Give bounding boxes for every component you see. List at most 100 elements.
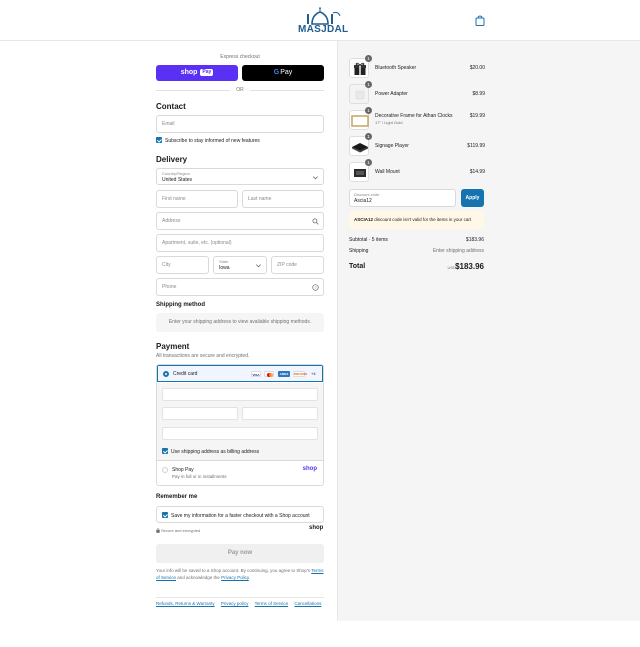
subscribe-label: Subscribe to stay informed of new featur… (165, 138, 260, 144)
legal-body: Your info will be saved to a Shop accoun… (156, 568, 311, 573)
mastercard-icon (264, 371, 274, 377)
shop-pay-badge: Pay (200, 69, 214, 76)
contact-heading: Contact (156, 102, 186, 111)
card-name-field[interactable] (162, 427, 318, 440)
item-price: $14.99 (469, 169, 485, 175)
shipping-label: Shipping (349, 248, 369, 254)
country-value: United States (162, 177, 193, 183)
lock-icon (156, 528, 160, 533)
last-name-placeholder: Last name (248, 196, 272, 202)
express-checkout-label: Express checkout (220, 54, 260, 60)
power-adapter-icon (355, 90, 365, 100)
privacy-policy-link[interactable]: Privacy Policy (221, 575, 249, 580)
payment-subtitle: All transactions are secure and encrypte… (156, 353, 250, 359)
shipping-value: Enter shipping address (432, 248, 484, 254)
subtotal-value: $183.96 (465, 237, 484, 243)
billing-address-checkbox[interactable] (162, 448, 168, 454)
remember-me-heading: Remember me (156, 494, 198, 500)
apartment-field[interactable]: Apartment, suite, etc. (optional) (156, 234, 324, 252)
or-text: OR (236, 87, 244, 93)
more-brands-badge: +4 (311, 371, 316, 376)
discover-icon: DISCOVER (293, 371, 308, 377)
last-name-field[interactable]: Last name (242, 190, 324, 208)
apartment-placeholder: Apartment, suite, etc. (optional) (162, 240, 232, 246)
wall-mount-icon (354, 169, 366, 177)
cart-item: 1 Signage Player $119.99 (349, 133, 485, 156)
credit-card-option[interactable]: Credit card VISA AMEX DISCOVER +4 (157, 365, 323, 382)
address-field[interactable]: Address (156, 212, 324, 230)
apply-discount-button[interactable]: Apply (461, 189, 484, 207)
country-label: Country/Region (162, 171, 190, 176)
secure-encrypted-label: Secure and encrypted (161, 528, 201, 533)
checkout-form: Express checkout shop Pay GPay OR Contac… (0, 41, 337, 621)
logo-text: MASJDAL (298, 24, 349, 35)
cart-item: 1 Wall Mount $14.99 (349, 159, 485, 182)
legal-end: . (248, 575, 251, 580)
item-price: $8.99 (472, 91, 485, 97)
item-name: Wall Mount (375, 169, 400, 175)
google-pay-button[interactable]: GPay (242, 65, 324, 81)
remember-me-box: Save my information for a faster checkou… (156, 506, 324, 523)
chevron-down-icon (256, 264, 261, 268)
pay-now-button[interactable]: Pay now (156, 544, 324, 563)
discount-code-field[interactable]: Discount code Ascia12 (349, 189, 456, 207)
state-label: State (219, 259, 229, 264)
footer-link-terms[interactable]: Terms of Service (255, 601, 289, 606)
footer-link-refunds[interactable]: Refunds, Returns & Warranty (156, 601, 215, 606)
or-divider: OR (156, 87, 324, 93)
discount-code-label: Discount code (354, 192, 380, 197)
shopping-bag-icon[interactable] (475, 15, 485, 26)
picture-frame-icon (351, 115, 369, 127)
state-select[interactable]: State Iowa (213, 256, 267, 274)
item-price: $19.99 (469, 113, 485, 119)
credit-card-radio[interactable] (163, 371, 169, 377)
shop-pay-text: shop (180, 69, 198, 76)
quantity-badge: 1 (365, 159, 372, 166)
city-placeholder: City (162, 262, 171, 268)
address-placeholder: Address (162, 218, 181, 224)
search-icon (312, 218, 319, 225)
store-logo[interactable]: MASJDAL (298, 7, 349, 35)
header: MASJDAL (0, 0, 640, 41)
card-cvv-field[interactable] (242, 407, 318, 420)
cart-item: 1 Bluetooth Speaker $20.00 (349, 55, 485, 78)
discount-error-text: discount code isn't valid for the items … (373, 217, 472, 222)
item-name: Signage Player (375, 143, 409, 149)
page-bottom (0, 621, 640, 647)
shop-pay-button[interactable]: shop Pay (156, 65, 238, 81)
svg-text:?: ? (314, 285, 317, 290)
save-info-checkbox[interactable] (162, 512, 168, 518)
cart-item: 1 Decorative Frame for Athan Clocks 17" … (349, 107, 485, 130)
first-name-field[interactable]: First name (156, 190, 238, 208)
email-placeholder: Email (162, 121, 175, 127)
discount-code-value: Ascia12 (354, 198, 372, 204)
legal-text: Your info will be saved to a Shop accoun… (156, 567, 324, 581)
shop-pay-radio[interactable] (162, 467, 168, 473)
delivery-heading: Delivery (156, 155, 188, 164)
help-circle-icon[interactable]: ? (312, 284, 319, 291)
footer-link-privacy[interactable]: Privacy policy (221, 601, 249, 606)
google-g-icon: G (273, 69, 280, 76)
country-select[interactable]: Country/Region United States (156, 168, 324, 185)
item-price: $20.00 (469, 65, 485, 71)
subscribe-checkbox[interactable] (156, 137, 162, 143)
payment-methods: Credit card VISA AMEX DISCOVER +4 Use sh… (156, 364, 324, 486)
google-pay-text: Pay (280, 69, 293, 76)
shop-pay-option[interactable]: Shop Pay Pay in full or in installments … (157, 460, 323, 485)
gift-box-icon (354, 62, 366, 75)
phone-field[interactable]: Phone ? (156, 278, 324, 296)
shop-logo: shop (309, 525, 324, 531)
first-name-placeholder: First name (162, 196, 186, 202)
zip-field[interactable]: ZIP code (271, 256, 324, 274)
footer-link-cancellations[interactable]: Cancellations (294, 601, 321, 606)
quantity-badge: 1 (365, 81, 372, 88)
total-row: Total USD $183.96 (349, 262, 484, 272)
subtotal-row: Subtotal · 5 items $183.96 (349, 237, 484, 245)
email-field[interactable]: Email (156, 115, 324, 133)
payment-heading: Payment (156, 342, 190, 351)
card-expiry-field[interactable] (162, 407, 238, 420)
item-price: $119.99 (467, 143, 485, 149)
card-details-area: Use shipping address as billing address (157, 383, 323, 460)
city-field[interactable]: City (156, 256, 209, 274)
card-number-field[interactable] (162, 388, 318, 401)
